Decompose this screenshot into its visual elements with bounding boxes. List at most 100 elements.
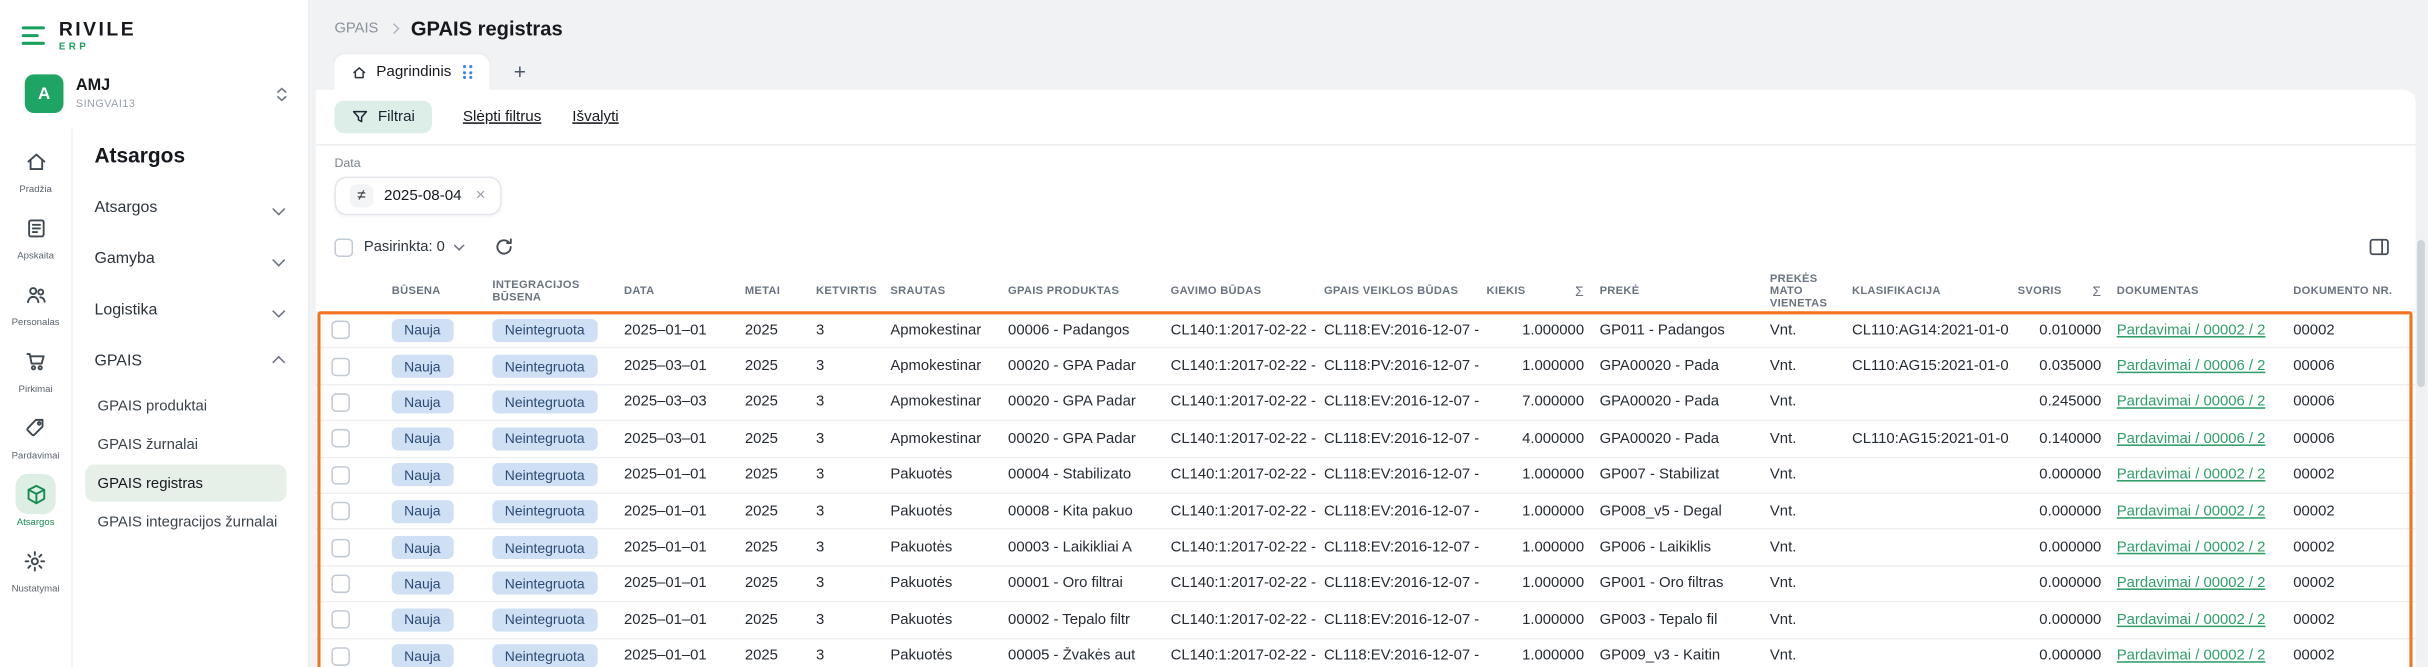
cell-gpais-veiklos-b-das: CL118:EV:2016-12-07 - [1316, 648, 1479, 665]
filters-row: Filtrai Slėpti filtrus Išvalyti [316, 90, 2416, 146]
column-header-ketvirtis[interactable]: KETVIRTIS [808, 271, 882, 311]
row-checkbox[interactable] [331, 393, 350, 412]
filters-button[interactable]: Filtrai [334, 101, 431, 134]
row-checkbox-cell [316, 538, 384, 557]
rail-item-nustatymai[interactable]: Nustatymai [12, 540, 60, 593]
row-checkbox[interactable] [331, 429, 350, 448]
document-link[interactable]: Pardavimai / 00006 / 2 [2117, 394, 2266, 411]
table-row[interactable]: NaujaNeintegruota2025–01–0120253Pakuotės… [316, 566, 2416, 602]
table-row[interactable]: NaujaNeintegruota2025–01–0120253Apmokest… [316, 313, 2416, 349]
remove-filter-icon[interactable]: × [476, 187, 486, 204]
date-filter-value[interactable]: 2025-08-04 [384, 187, 462, 204]
column-header-klasifikacija[interactable]: KLASIFIKACIJA [1844, 271, 2010, 311]
column-header-b-sena[interactable]: BŪSENA [384, 271, 485, 311]
row-checkbox[interactable] [331, 611, 350, 630]
row-checkbox[interactable] [331, 502, 350, 521]
rail-item-apskaita[interactable]: Apskaita [15, 207, 55, 260]
column-header-gavimo-b-das[interactable]: GAVIMO BŪDAS [1163, 271, 1316, 311]
column-header-kiekis[interactable]: KIEKISΣ [1479, 271, 1592, 311]
column-header-prek[interactable]: PREKĖ [1592, 271, 1762, 311]
document-link[interactable]: Pardavimai / 00002 / 2 [2117, 575, 2266, 592]
cell-integracijos-b-sena: Neintegruota [485, 463, 617, 486]
column-header-srautas[interactable]: SRAUTAS [883, 271, 1001, 311]
column-header-gpais-produktas[interactable]: GPAIS PRODUKTAS [1000, 271, 1163, 311]
hide-filters-link[interactable]: Slėpti filtrus [463, 108, 541, 125]
table-row[interactable]: NaujaNeintegruota2025–01–0120253Pakuotės… [316, 639, 2416, 667]
breadcrumb: GPAIS GPAIS registras [310, 0, 2428, 42]
tag-icon [15, 407, 55, 447]
table-row[interactable]: NaujaNeintegruota2025–01–0120253Pakuotės… [316, 603, 2416, 639]
row-checkbox[interactable] [331, 357, 350, 376]
sidebar-item-gpais[interactable]: GPAIS [94, 336, 295, 387]
refresh-icon[interactable] [494, 237, 514, 257]
tab-options-icon[interactable] [464, 65, 472, 78]
table-row[interactable]: NaujaNeintegruota2025–03–0320253Apmokest… [316, 385, 2416, 421]
scrollbar[interactable] [2417, 232, 2425, 661]
sidebar-item-gpais-urnalai[interactable]: GPAIS žurnalai [85, 426, 286, 463]
sidebar-item-atsargos[interactable]: Atsargos [94, 183, 295, 234]
sidebar-item-logistika[interactable]: Logistika [94, 285, 295, 336]
rail-item-personalas[interactable]: Personalas [12, 274, 60, 327]
column-header-data[interactable]: DATA [616, 271, 737, 311]
row-checkbox[interactable] [331, 538, 350, 557]
cell-kiekis: 7.000000 [1479, 394, 1592, 411]
cell-srautas: Apmokestinar [883, 430, 1001, 447]
chevron-right-icon [389, 22, 400, 33]
rail-item-atsargos[interactable]: Atsargos [15, 474, 55, 527]
column-header-gpais-veiklos-b-das[interactable]: GPAIS VEIKLOS BŪDAS [1316, 271, 1479, 311]
table-row[interactable]: NaujaNeintegruota2025–01–0120253Pakuotės… [316, 530, 2416, 566]
chevron-down-icon[interactable] [454, 240, 465, 251]
tab-pagrindinis[interactable]: Pagrindinis [334, 54, 488, 90]
cell-b-sena: Nauja [384, 319, 485, 342]
row-checkbox[interactable] [331, 321, 350, 340]
document-link[interactable]: Pardavimai / 00002 / 2 [2117, 539, 2266, 556]
table-row[interactable]: NaujaNeintegruota2025–01–0120253Pakuotės… [316, 494, 2416, 530]
column-header-dokumento-nr[interactable]: DOKUMENTO NR. [2286, 271, 2401, 311]
sidebar-item-gpais-registras[interactable]: GPAIS registras [85, 465, 286, 502]
rail-item-pardavimai[interactable]: Pardavimai [12, 407, 60, 460]
user-menu[interactable]: A AMJ SINGVAI13 [19, 70, 296, 118]
document-link[interactable]: Pardavimai / 00002 / 2 [2117, 648, 2266, 665]
date-filter-chip[interactable]: ≠ 2025-08-04 × [334, 177, 501, 216]
column-header-metai[interactable]: METAI [737, 271, 808, 311]
column-header-svoris[interactable]: SVORISΣ [2010, 271, 2109, 311]
sidebar-item-gamyba[interactable]: Gamyba [94, 234, 295, 285]
row-checkbox[interactable] [331, 466, 350, 485]
select-all-checkbox[interactable] [334, 238, 353, 257]
cell-dokumento-nr: 00006 [2286, 358, 2401, 375]
document-link[interactable]: Pardavimai / 00002 / 2 [2117, 466, 2266, 483]
row-checkbox[interactable] [331, 574, 350, 593]
cell-prek-s-mato-vienetas: Vnt. [1762, 358, 1844, 375]
document-link[interactable]: Pardavimai / 00006 / 2 [2117, 358, 2266, 375]
cell-gpais-veiklos-b-das: CL118:EV:2016-12-07 - [1316, 466, 1479, 483]
not-equal-icon[interactable]: ≠ [350, 184, 373, 207]
table-row[interactable]: NaujaNeintegruota2025–01–0120253Pakuotės… [316, 458, 2416, 494]
column-header-integracijos-b-sena[interactable]: INTEGRACIJOS BŪSENA [485, 271, 617, 311]
document-link[interactable]: Pardavimai / 00006 / 2 [2117, 430, 2266, 447]
cell-integracijos-b-sena: Neintegruota [485, 572, 617, 595]
breadcrumb-parent[interactable]: GPAIS [334, 19, 378, 36]
menu-toggle-icon[interactable] [22, 27, 45, 45]
sum-icon[interactable]: Σ [2092, 283, 2101, 299]
rail-item-pirkimai[interactable]: Pirkimai [15, 341, 55, 394]
table-row[interactable]: NaujaNeintegruota2025–03–0120253Apmokest… [316, 421, 2416, 457]
cell-gavimo-b-das: CL140:1:2017-02-22 - [1163, 394, 1316, 411]
sidebar-item-gpais-produktai[interactable]: GPAIS produktai [85, 387, 286, 424]
row-checkbox[interactable] [331, 647, 350, 666]
document-link[interactable]: Pardavimai / 00002 / 2 [2117, 322, 2266, 339]
sidebar-item-gpais-integracijos-urnalai[interactable]: GPAIS integracijos žurnalai [85, 503, 286, 540]
sum-icon[interactable]: Σ [1575, 283, 1584, 299]
cell-dokumentas: Pardavimai / 00002 / 2 [2109, 322, 2286, 339]
clear-filters-link[interactable]: Išvalyti [572, 108, 618, 125]
column-header-dokumentas[interactable]: DOKUMENTAS [2109, 271, 2286, 311]
rail-item-prad-ia[interactable]: Pradžia [15, 141, 55, 194]
column-settings-icon[interactable] [2368, 235, 2391, 258]
table-row[interactable]: NaujaNeintegruota2025–03–0120253Apmokest… [316, 349, 2416, 385]
document-link[interactable]: Pardavimai / 00002 / 2 [2117, 611, 2266, 628]
document-link[interactable]: Pardavimai / 00002 / 2 [2117, 503, 2266, 520]
user-switch-icon[interactable] [274, 84, 289, 103]
add-tab-button[interactable]: + [508, 61, 533, 90]
scrollbar-thumb[interactable] [2417, 240, 2425, 387]
date-filter-label: Data [334, 156, 2397, 170]
column-header-prek-s-mato-vienetas[interactable]: PREKĖS MATO VIENETAS [1762, 271, 1844, 311]
